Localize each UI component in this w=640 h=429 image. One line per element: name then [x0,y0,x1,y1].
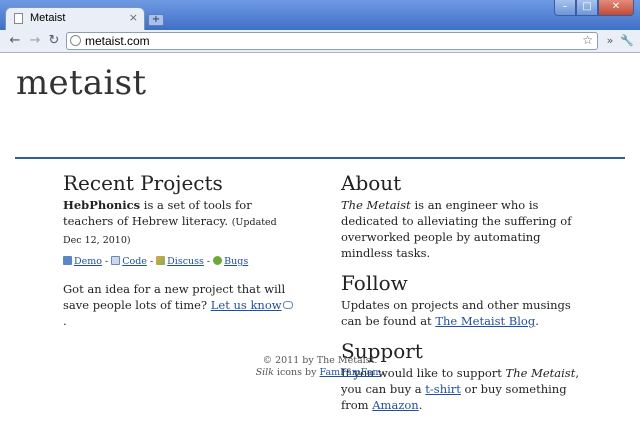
browser-tab[interactable]: Metaist × [5,7,145,30]
let-us-know-link[interactable]: Let us know [211,298,282,312]
bugs-link[interactable]: Bugs [224,256,248,267]
idea-paragraph: Got an idea for a new project that will … [63,281,298,329]
recent-projects-section: Recent Projects HebPhonics is a set of t… [63,171,298,329]
group-icon [156,256,166,265]
demo-link[interactable]: Demo [74,256,102,267]
follow-heading: Follow [341,271,408,295]
project-links: Demo - Code - Discuss - Bugs [63,254,298,270]
idea-end: . [63,314,67,328]
back-button[interactable]: ← [6,32,24,50]
icons-by-text: icons by [273,367,320,378]
star-icon[interactable]: ☆ [582,33,593,47]
follow-end: . [535,314,539,328]
link-separator: - [203,256,214,267]
address-bar[interactable]: ☆ [66,32,598,50]
browser-toolbar: ← → ↻ ☆ » 🔧 [0,30,640,53]
about-text: The Metaist is an engineer who is dedica… [341,197,591,261]
globe-icon [70,35,81,46]
site-title: metaist [16,63,147,103]
wrench-icon[interactable]: 🔧 [618,32,636,50]
blog-link[interactable]: The Metaist Blog [435,314,535,328]
close-window-button[interactable]: ✕ [598,0,634,16]
page-icon [14,13,23,24]
about-name: The Metaist [341,198,411,212]
support-end: . [418,398,423,412]
credits: Silk icons by FamFamFam. [0,367,640,379]
tab-title: Metaist [30,12,66,24]
about-heading: About [341,171,402,195]
code-link[interactable]: Code [122,256,147,267]
footer: © 2011 by The Metaist. Silk icons by Fam… [0,355,640,379]
tshirt-link[interactable]: t-shirt [425,382,461,396]
maximize-button[interactable]: □ [576,0,598,16]
link-separator: - [101,256,112,267]
comment-icon [282,301,293,309]
project-description: HebPhonics is a set of tools for teacher… [63,197,298,249]
page-viewport: metaist Recent Projects HebPhonics is a … [0,53,640,429]
window-controls: – □ ✕ [554,0,634,17]
monitor-icon [63,256,72,265]
discuss-link[interactable]: Discuss [167,256,204,267]
link-separator: - [146,256,157,267]
amazon-link[interactable]: Amazon [372,398,418,412]
credits-end: . [381,367,385,378]
url-input[interactable] [85,34,565,48]
code-icon [111,256,121,265]
title-bar: Metaist × + – □ ✕ [0,0,640,30]
new-tab-button[interactable]: + [148,14,164,26]
minimize-button[interactable]: – [554,0,576,16]
project-name: HebPhonics [63,198,141,212]
forward-button[interactable]: → [26,32,44,50]
reload-button[interactable]: ↻ [45,32,63,50]
bug-icon [213,256,223,265]
silk-label: Silk [255,367,274,378]
header-rule [15,157,625,159]
copyright: © 2011 by The Metaist. [262,355,378,366]
bookmarks-overflow-button[interactable]: » [601,32,619,50]
follow-text: Updates on projects and other musings ca… [341,297,591,329]
famfamfam-link[interactable]: FamFamFam [320,367,382,378]
tab-close-icon[interactable]: × [129,11,138,24]
recent-projects-heading: Recent Projects [63,171,223,195]
